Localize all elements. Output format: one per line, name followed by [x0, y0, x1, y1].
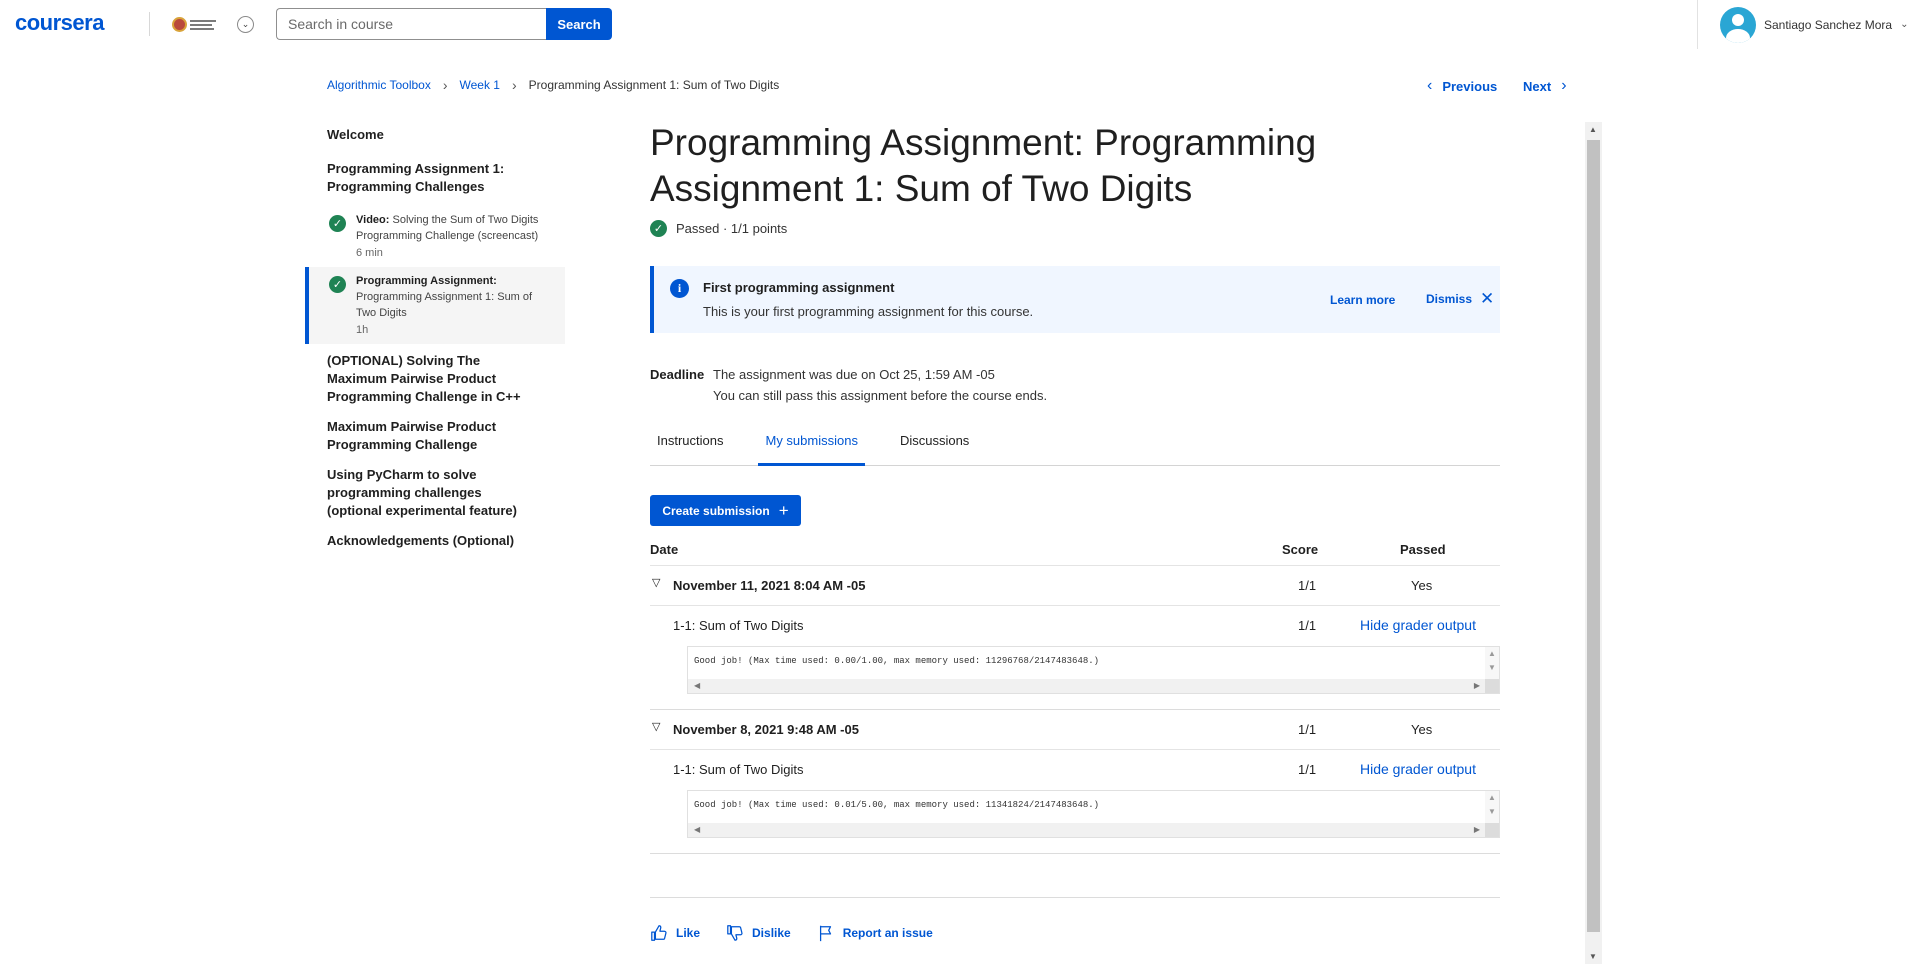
breadcrumb: Algorithmic Toolbox › Week 1 › Programmi… [327, 77, 779, 93]
flag-icon [819, 925, 831, 942]
next-button[interactable]: Next › [1523, 77, 1567, 95]
assignment-tabs: Instructions My submissions Discussions [650, 422, 1500, 466]
chevron-right-icon: › [511, 77, 517, 93]
deadline: Deadline The assignment was due on Oct 2… [650, 364, 1500, 406]
scroll-up-icon[interactable]: ▲ [1488, 793, 1496, 802]
previous-button[interactable]: ‹ Previous [1427, 77, 1497, 95]
tab-instructions[interactable]: Instructions [650, 422, 730, 465]
grader-output[interactable]: Good job! (Max time used: 0.00/1.00, max… [687, 646, 1500, 694]
submission-part-row: 1-1: Sum of Two Digits 1/1 Hide grader o… [673, 617, 1476, 633]
scroll-right-icon[interactable]: ▶ [1474, 825, 1480, 834]
avatar-icon [1720, 6, 1756, 43]
page-title: Programming Assignment: Programming Assi… [650, 122, 1317, 209]
breadcrumb-week[interactable]: Week 1 [460, 78, 500, 92]
grader-output-text: Good job! (Max time used: 0.01/5.00, max… [694, 800, 1100, 810]
create-submission-button[interactable]: Create submission + [650, 495, 801, 526]
learn-more-link[interactable]: Learn more [1330, 293, 1395, 307]
thumbs-down-icon [727, 925, 743, 941]
scroll-left-icon[interactable]: ◀ [694, 681, 700, 690]
deadline-label: Deadline [650, 367, 705, 382]
chevron-left-icon: ‹ [1427, 77, 1433, 94]
chevron-right-icon: › [442, 77, 448, 93]
scroll-down-icon[interactable]: ▼ [1488, 663, 1496, 672]
completed-check-icon: ✓ [329, 276, 346, 293]
like-button[interactable]: Like [650, 924, 700, 942]
info-banner: i First programming assignment This is y… [650, 266, 1500, 333]
chevron-down-icon[interactable]: ▽ [652, 720, 660, 733]
close-icon: ✕ [1480, 289, 1495, 308]
top-header: coursera ⌄ Search Santiago Sanchez Mora … [0, 0, 1912, 49]
chevron-down-icon[interactable]: ▽ [652, 576, 660, 589]
header-divider [149, 12, 150, 36]
sidebar-item-welcome[interactable]: Welcome [305, 120, 565, 150]
deadline-line-1: The assignment was due on Oct 25, 1:59 A… [713, 367, 995, 382]
scrollbar-thumb[interactable] [1587, 140, 1600, 932]
chevron-down-icon[interactable]: ⌄ [237, 16, 254, 33]
column-header-date: Date [650, 542, 679, 557]
breadcrumb-current: Programming Assignment 1: Sum of Two Dig… [528, 78, 780, 92]
main-content: Programming Assignment: Programming Assi… [650, 120, 1500, 898]
banner-title: First programming assignment [703, 280, 895, 295]
sidebar-item-video[interactable]: ✓ Video: Solving the Sum of Two Digits P… [305, 206, 565, 267]
submission-row[interactable]: ▽ November 8, 2021 9:48 AM -05 1/1 Yes [650, 710, 1500, 750]
scroll-down-icon[interactable]: ▼ [1589, 952, 1597, 961]
search-button[interactable]: Search [546, 8, 612, 40]
plus-icon: + [778, 500, 789, 520]
status-line: ✓ Passed · 1/1 points [650, 220, 1500, 237]
dismiss-button[interactable]: Dismiss ✕ [1426, 289, 1495, 308]
info-icon: i [670, 279, 689, 298]
report-issue-button[interactable]: Report an issue [817, 924, 933, 942]
dislike-button[interactable]: Dislike [726, 924, 791, 942]
chevron-down-icon: ⌄ [1900, 19, 1909, 30]
scroll-up-icon[interactable]: ▲ [1589, 125, 1597, 134]
banner-text: This is your first programming assignmen… [703, 304, 1034, 319]
passed-check-icon: ✓ [650, 220, 667, 237]
grader-output-text: Good job! (Max time used: 0.00/1.00, max… [694, 656, 1100, 666]
sidebar-item-assignment[interactable]: ✓ Programming Assignment: Programming As… [305, 267, 565, 344]
scroll-left-icon[interactable]: ◀ [694, 825, 700, 834]
page-scrollbar[interactable]: ▲ ▼ [1585, 122, 1602, 964]
tab-discussions[interactable]: Discussions [893, 422, 976, 465]
university-seal-icon [172, 17, 187, 32]
sidebar-item-acknowledgements[interactable]: Acknowledgements (Optional) [305, 526, 565, 556]
submission-part-row: 1-1: Sum of Two Digits 1/1 Hide grader o… [673, 761, 1476, 777]
chevron-right-icon: › [1561, 77, 1567, 94]
grader-output[interactable]: Good job! (Max time used: 0.01/5.00, max… [687, 790, 1500, 838]
hide-grader-output-link[interactable]: Hide grader output [1360, 761, 1476, 777]
submission-row[interactable]: ▽ November 11, 2021 8:04 AM -05 1/1 Yes [650, 566, 1500, 606]
hide-grader-output-link[interactable]: Hide grader output [1360, 617, 1476, 633]
user-name: Santiago Sanchez Mora [1764, 17, 1893, 32]
column-header-passed: Passed [1400, 542, 1446, 557]
sidebar-item-pycharm[interactable]: Using PyCharm to solve programming chall… [305, 460, 540, 526]
scroll-up-icon[interactable]: ▲ [1488, 649, 1496, 658]
scroll-down-icon[interactable]: ▼ [1488, 807, 1496, 816]
course-sidebar: Welcome Programming Assignment 1: Progra… [305, 120, 565, 556]
scroll-right-icon[interactable]: ▶ [1474, 681, 1480, 690]
sidebar-item-max-pairwise[interactable]: Maximum Pairwise Product Programming Cha… [305, 412, 505, 460]
university-logo[interactable] [172, 15, 218, 34]
column-header-score: Score [1282, 542, 1319, 557]
status-text: Passed · 1/1 points [676, 221, 788, 236]
coursera-logo[interactable]: coursera [15, 10, 104, 36]
sidebar-section-programming-assignment[interactable]: Programming Assignment 1: Programming Ch… [305, 150, 525, 202]
tab-my-submissions[interactable]: My submissions [758, 422, 866, 466]
deadline-line-2: You can still pass this assignment befor… [713, 388, 1048, 403]
horizontal-scrollbar[interactable]: ◀ ▶ [688, 823, 1486, 837]
sidebar-item-optional-max-pairwise[interactable]: (OPTIONAL) Solving The Maximum Pairwise … [305, 344, 540, 412]
submissions-table-header: Date Score Passed [650, 538, 1500, 566]
thumbs-up-icon [651, 925, 667, 941]
search-input[interactable] [276, 8, 546, 40]
feedback-bar: Like Dislike Report an issue [650, 924, 959, 942]
completed-check-icon: ✓ [329, 215, 346, 232]
horizontal-scrollbar[interactable]: ◀ ▶ [688, 679, 1486, 693]
breadcrumb-course[interactable]: Algorithmic Toolbox [327, 78, 431, 92]
user-menu[interactable]: Santiago Sanchez Mora ⌄ [1697, 0, 1912, 49]
